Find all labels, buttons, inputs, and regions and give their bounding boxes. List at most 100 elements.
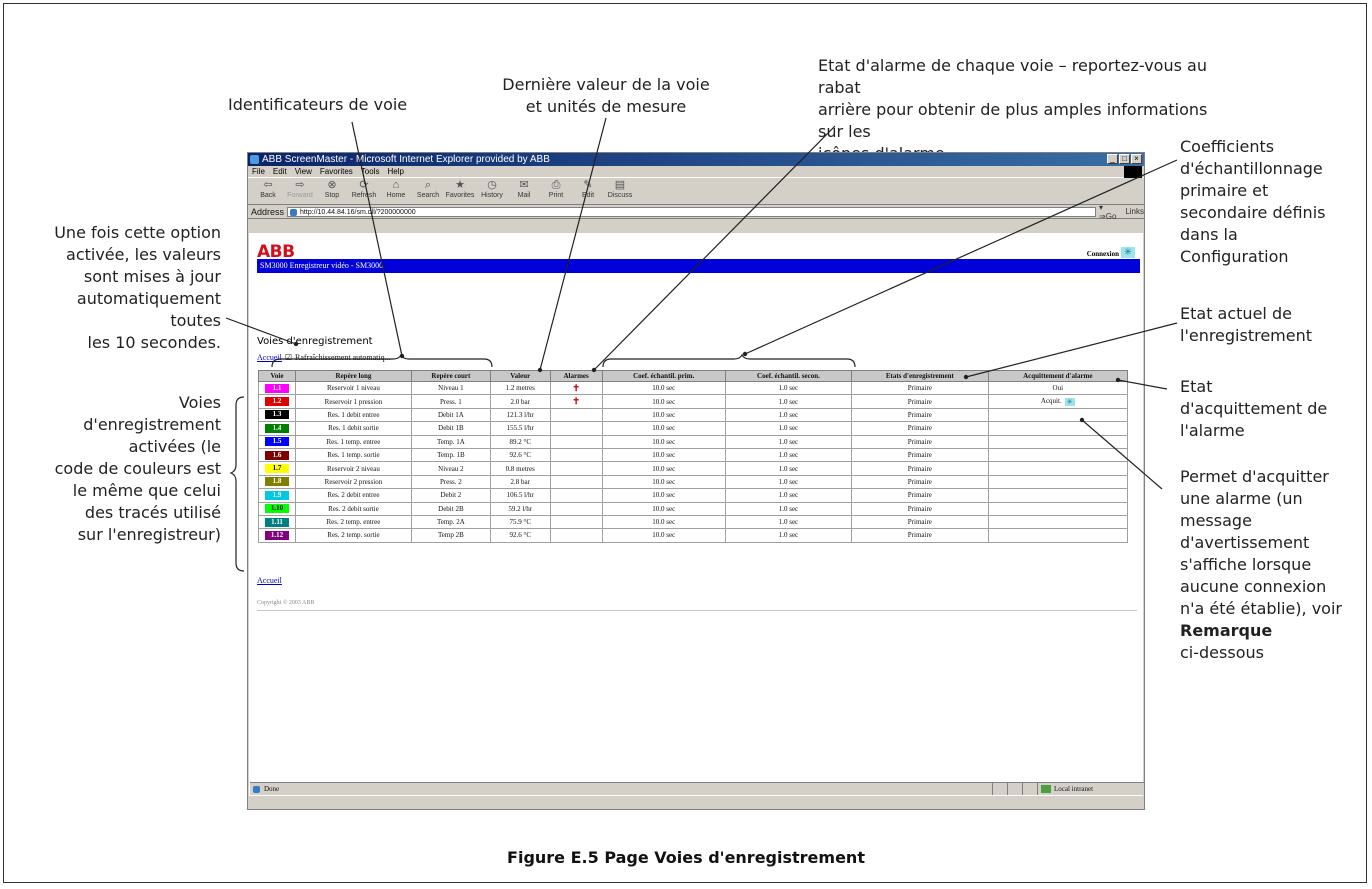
refresh-icon: ⟳ — [359, 179, 369, 191]
menu-favorites[interactable]: Favorites — [320, 166, 353, 177]
cell-alarms — [549, 474, 603, 490]
cell-long-tag: Res. 1 debit entree — [295, 407, 412, 423]
address-bar: Address http://10.44.84.16/sm.dll/?20000… — [248, 203, 1144, 221]
callout-line: code de couleurs est — [54, 459, 221, 478]
col-voie: Voie — [258, 370, 296, 382]
cell-long-tag: Reservoir 2 niveau — [295, 461, 412, 476]
go-button[interactable]: ▾ ⇒Go — [1099, 203, 1122, 221]
cell-recording-state: Primaire — [851, 474, 989, 490]
edit-icon: ✎ — [583, 179, 593, 191]
callout-line: d'échantillonnage — [1180, 159, 1323, 178]
callout-line: le même que celui — [72, 481, 221, 500]
edit-button[interactable]: ✎ Edit — [572, 178, 604, 204]
discuss-icon: ▤ — [614, 179, 626, 191]
menu-tools[interactable]: Tools — [361, 166, 380, 177]
toolbar: ⇦ Back ⇨ Forward ⊗ Stop ⟳ Refresh ⌂ Home ⌕ Sea… — [248, 177, 1144, 205]
cell-alarms — [549, 514, 603, 530]
ie-page-icon — [253, 786, 260, 793]
back-button[interactable]: ⇦ Back — [252, 178, 284, 204]
address-input[interactable]: http://10.44.84.16/sm.dll/?200000000 — [287, 206, 1097, 217]
search-button[interactable]: ⌕ Search — [412, 178, 444, 204]
menu-bar: File Edit View Favorites Tools Help — [248, 166, 1144, 178]
browser-window: ABB ScreenMaster - Microsoft Internet Ex… — [247, 152, 1145, 810]
refresh-button[interactable]: ⟳ Refresh — [348, 178, 380, 204]
callout-line: Coefficients — [1180, 137, 1275, 156]
favorites-button[interactable]: ★ Favorites — [444, 178, 476, 204]
callout-line: aucune connexion — [1180, 577, 1327, 596]
cell-short-tag: Debit 2B — [410, 501, 491, 516]
callout-ack-action: Permet d'acquitter une alarme (un message d… — [1180, 466, 1355, 664]
status-bar: Done Local intranet — [250, 782, 1144, 795]
connexion-label: Connexion — [1086, 250, 1119, 258]
col-recording-state: Etats d'enregistrement — [851, 370, 989, 382]
callout-channel-ids: Identificateurs de voie — [228, 94, 448, 116]
menu-edit[interactable]: Edit — [273, 166, 287, 177]
copyright: Copyright © 2003 ABB — [257, 600, 315, 606]
close-button[interactable]: × — [1131, 154, 1142, 164]
table-row: 1.9 Res. 2 debit entree Debit 2 106.5 l/hr 1… — [258, 488, 1129, 503]
discuss-button[interactable]: ▤ Discuss — [604, 178, 636, 204]
cell-alarm-ack — [987, 407, 1129, 423]
auto-refresh-checkbox[interactable]: ☑ — [285, 353, 292, 362]
cell-primary-rate: 10.0 sec — [601, 514, 726, 530]
cell-primary-rate: 10.0 sec — [601, 474, 726, 490]
maximize-button[interactable]: □ — [1119, 154, 1130, 164]
col-secondary-rate: Coef. échantil. secon. — [724, 370, 853, 382]
footer-home-link[interactable]: Accueil — [257, 576, 282, 585]
forward-button[interactable]: ⇨ Forward — [284, 178, 316, 204]
cell-long-tag: Reservoir 1 pression — [295, 394, 412, 409]
connexion-icon[interactable]: ✳ — [1121, 247, 1135, 258]
search-icon: ⌕ — [424, 179, 432, 191]
cell-voie: 1.6 — [258, 447, 296, 463]
cell-secondary-rate: 1.0 sec — [724, 421, 853, 436]
cell-alarms: ✝ — [549, 394, 603, 409]
auto-refresh-label: Rafraîchissement automatiq... — [295, 353, 391, 362]
home-link[interactable]: Accueil — [257, 353, 282, 362]
stop-button[interactable]: ⊗ Stop — [316, 178, 348, 204]
cell-alarm-ack[interactable]: Acquit. ✳ — [987, 394, 1129, 409]
cell-secondary-rate: 1.0 sec — [724, 407, 853, 423]
figure-caption: Figure E.5 Page Voies d'enregistrement — [507, 848, 865, 867]
minimize-button[interactable]: _ — [1107, 154, 1118, 164]
col-long-tag: Repère long — [295, 370, 412, 382]
cell-primary-rate: 10.0 sec — [601, 447, 726, 463]
cell-primary-rate: 10.0 sec — [601, 380, 726, 396]
alarm-icon: ✝ — [572, 382, 580, 393]
table-row: 1.1 Reservoir 1 niveau Niveau 1 1.2 metres ✝… — [258, 380, 1129, 396]
cell-voie: 1.2 — [258, 394, 296, 409]
menu-help[interactable]: Help — [387, 166, 403, 177]
cell-long-tag: Res. 2 debit sortie — [295, 501, 412, 516]
cell-alarm-ack — [987, 434, 1129, 449]
cell-alarm-ack — [987, 474, 1129, 490]
cell-voie: 1.5 — [258, 434, 296, 449]
cell-value: 75.9 °C — [489, 514, 551, 530]
callout-line: d'avertissement — [1180, 533, 1310, 552]
print-button[interactable]: ⎙ Print — [540, 178, 572, 204]
table-row: 1.4 Res. 1 debit sortie Debit 1B 155.5 l/hr… — [258, 421, 1129, 436]
menu-view[interactable]: View — [295, 166, 312, 177]
menu-file[interactable]: File — [252, 166, 265, 177]
cell-recording-state: Primaire — [851, 421, 989, 436]
callout-line: d'enregistrement — [83, 415, 221, 434]
mail-button[interactable]: ✉ Mail — [508, 178, 540, 204]
channels-table: Voie Repère long Repère court Valeur Ala… — [258, 370, 1129, 543]
links-button[interactable]: Links — [1125, 207, 1144, 216]
page-content: ABB Connexion ✳ SM3000 Enregistreur vidé… — [249, 233, 1144, 796]
cell-secondary-rate: 1.0 sec — [724, 380, 853, 396]
callout-line: Configuration — [1180, 247, 1289, 266]
cell-primary-rate: 10.0 sec — [601, 394, 726, 409]
cell-short-tag: Debit 1A — [410, 407, 491, 423]
cell-short-tag: Temp 2B — [410, 528, 491, 543]
history-button[interactable]: ◷ History — [476, 178, 508, 204]
callout-line: dans la — [1180, 225, 1238, 244]
cell-alarm-ack — [987, 421, 1129, 436]
cell-alarms — [549, 501, 603, 516]
cell-recording-state: Primaire — [851, 394, 989, 409]
cell-primary-rate: 10.0 sec — [601, 461, 726, 476]
acknowledge-icon[interactable]: ✳ — [1064, 397, 1075, 406]
home-button[interactable]: ⌂ Home — [380, 178, 412, 204]
cell-alarm-ack: Oui — [987, 380, 1129, 396]
channel-color-chip: 1.2 — [265, 397, 289, 407]
channel-color-chip: 1.4 — [265, 423, 289, 433]
cell-value: 89.2 °C — [489, 434, 551, 449]
